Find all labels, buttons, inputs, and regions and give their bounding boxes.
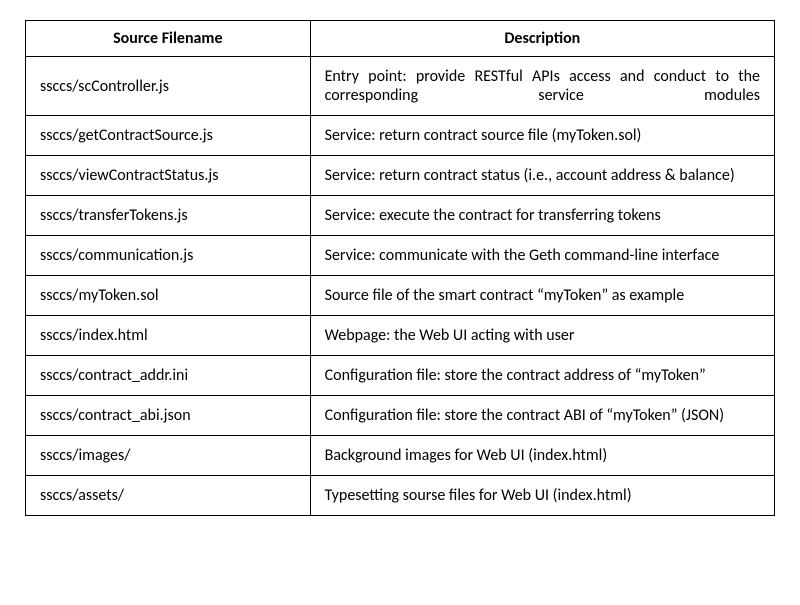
cell-description: Webpage: the Web UI acting with user [310,316,774,356]
cell-filename: ssccs/contract_abi.json [26,396,311,436]
table-row: ssccs/communication.js Service: communic… [26,236,775,276]
header-description: Description [310,21,774,57]
cell-description: Source file of the smart contract “myTok… [310,276,774,316]
header-filename: Source Filename [26,21,311,57]
cell-description: Background images for Web UI (index.html… [310,436,774,476]
cell-description: Service: return contract source file (my… [310,116,774,156]
source-files-table: Source Filename Description ssccs/scCont… [25,20,775,516]
cell-description: Entry point: provide RESTful APIs access… [310,57,774,116]
table-header-row: Source Filename Description [26,21,775,57]
cell-description: Service: execute the contract for transf… [310,196,774,236]
cell-filename: ssccs/index.html [26,316,311,356]
cell-description: Configuration file: store the contract a… [310,356,774,396]
cell-description: Typesetting sourse files for Web UI (ind… [310,476,774,516]
table-row: ssccs/transferTokens.js Service: execute… [26,196,775,236]
cell-filename: ssccs/assets/ [26,476,311,516]
cell-description: Service: return contract status (i.e., a… [310,156,774,196]
table-row: ssccs/contract_abi.json Configuration fi… [26,396,775,436]
table-row: ssccs/scController.js Entry point: provi… [26,57,775,116]
table-body: ssccs/scController.js Entry point: provi… [26,57,775,516]
cell-filename: ssccs/contract_addr.ini [26,356,311,396]
cell-filename: ssccs/images/ [26,436,311,476]
cell-filename: ssccs/getContractSource.js [26,116,311,156]
cell-filename: ssccs/scController.js [26,57,311,116]
cell-description: Configuration file: store the contract A… [310,396,774,436]
table-row: ssccs/images/ Background images for Web … [26,436,775,476]
table-row: ssccs/viewContractStatus.js Service: ret… [26,156,775,196]
cell-description: Service: communicate with the Geth comma… [310,236,774,276]
table-row: ssccs/index.html Webpage: the Web UI act… [26,316,775,356]
cell-filename: ssccs/communication.js [26,236,311,276]
table-row: ssccs/assets/ Typesetting sourse files f… [26,476,775,516]
table-row: ssccs/myToken.sol Source file of the sma… [26,276,775,316]
cell-filename: ssccs/viewContractStatus.js [26,156,311,196]
cell-filename: ssccs/transferTokens.js [26,196,311,236]
table-row: ssccs/getContractSource.js Service: retu… [26,116,775,156]
cell-filename: ssccs/myToken.sol [26,276,311,316]
table-row: ssccs/contract_addr.ini Configuration fi… [26,356,775,396]
